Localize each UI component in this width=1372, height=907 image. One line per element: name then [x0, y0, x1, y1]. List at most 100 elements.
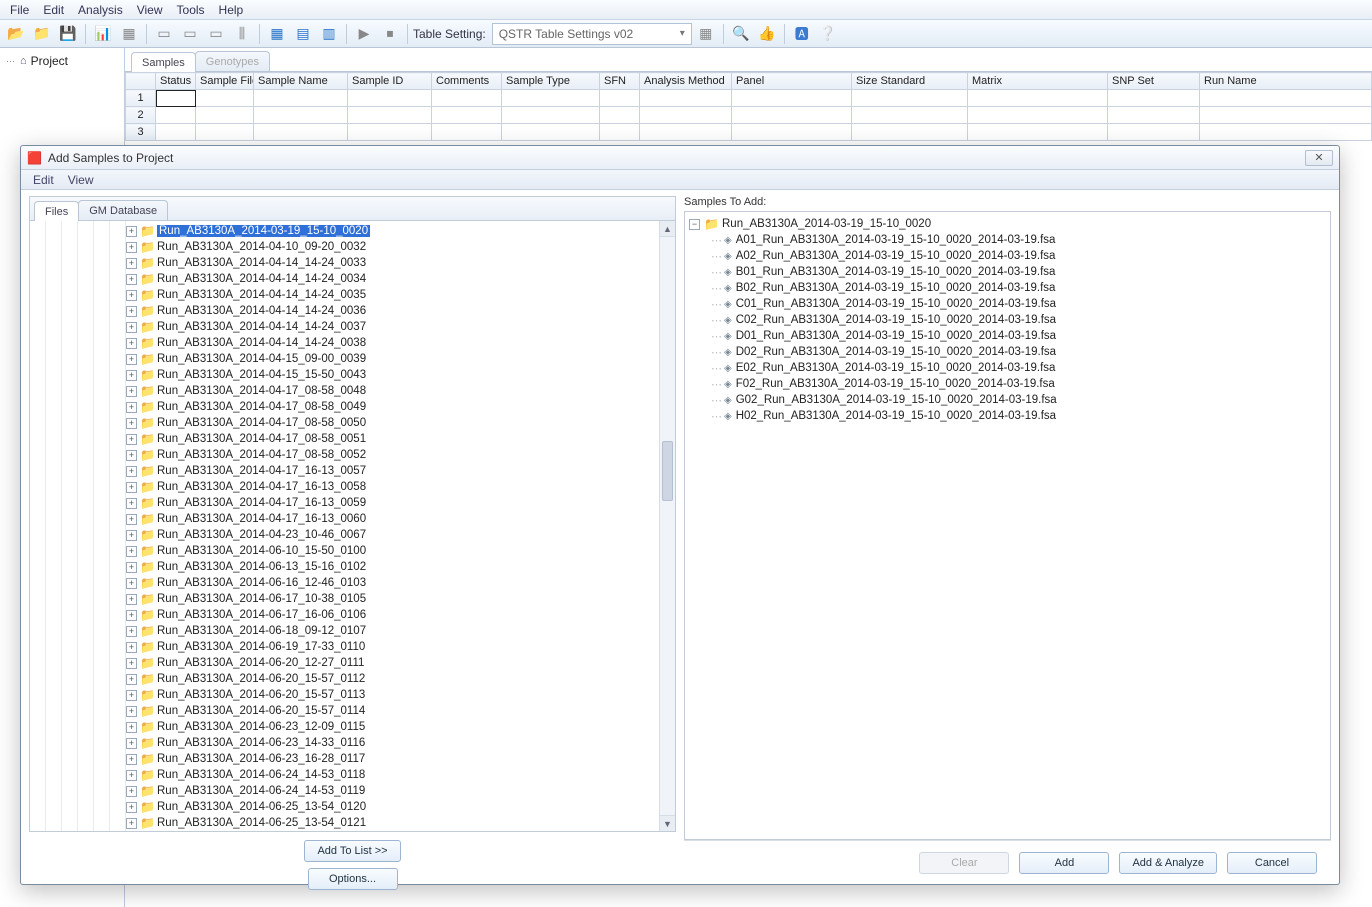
expand-icon[interactable]: + [126, 306, 137, 317]
menu-file[interactable]: File [4, 1, 35, 19]
expand-icon[interactable]: + [126, 290, 137, 301]
grid-cell[interactable] [640, 107, 732, 124]
folder-item[interactable]: +📁Run_AB3130A_2014-04-17_08-58_0049 [126, 399, 675, 415]
grid-cell[interactable] [600, 107, 640, 124]
sample-item[interactable]: ⋯◈C01_Run_AB3130A_2014-03-19_15-10_0020_… [711, 296, 1326, 312]
grid-cell[interactable] [254, 90, 348, 107]
expand-icon[interactable]: + [126, 658, 137, 669]
col-run-name[interactable]: Run Name [1200, 73, 1372, 90]
tab-files[interactable]: Files [34, 201, 79, 221]
dialog-menu-view[interactable]: View [62, 171, 100, 189]
expand-icon[interactable]: + [126, 674, 137, 685]
grid-cell[interactable] [348, 90, 432, 107]
grid-cell[interactable] [432, 90, 502, 107]
col-size-standard[interactable]: Size Standard [852, 73, 968, 90]
expand-icon[interactable]: + [126, 722, 137, 733]
expand-icon[interactable]: + [126, 370, 137, 381]
view-table-icon[interactable]: ▥ [317, 23, 341, 45]
sample-item[interactable]: ⋯◈B01_Run_AB3130A_2014-03-19_15-10_0020_… [711, 264, 1326, 280]
folder-item[interactable]: +📁Run_AB3130A_2014-04-10_09-20_0032 [126, 239, 675, 255]
expand-icon[interactable]: + [126, 418, 137, 429]
expand-icon[interactable]: + [126, 706, 137, 717]
folder-item[interactable]: +📁Run_AB3130A_2014-06-20_15-57_0112 [126, 671, 675, 687]
col-panel[interactable]: Panel [732, 73, 852, 90]
folder-item[interactable]: +📁Run_AB3130A_2014-06-19_17-33_0110 [126, 639, 675, 655]
grid-cell[interactable] [1108, 90, 1200, 107]
expand-icon[interactable]: + [126, 402, 137, 413]
add-analyze-button[interactable]: Add & Analyze [1119, 852, 1217, 874]
zoom-tool-icon[interactable]: 🔍 [729, 23, 753, 45]
col-sfn[interactable]: SFN [600, 73, 640, 90]
expand-icon[interactable]: + [126, 466, 137, 477]
col-sample-type[interactable]: Sample Type [502, 73, 600, 90]
expand-icon[interactable]: + [126, 226, 137, 237]
add-to-list-button[interactable]: Add To List >> [304, 840, 400, 862]
folder-item[interactable]: +📁Run_AB3130A_2014-04-14_14-24_0033 [126, 255, 675, 271]
expand-icon[interactable]: + [126, 434, 137, 445]
col-sample-file[interactable]: Sample File [196, 73, 254, 90]
scroll-thumb[interactable] [662, 441, 673, 501]
grid-cell[interactable] [502, 124, 600, 141]
sample-item[interactable]: ⋯◈D01_Run_AB3130A_2014-03-19_15-10_0020_… [711, 328, 1326, 344]
folder-item[interactable]: +📁Run_AB3130A_2014-06-16_12-46_0103 [126, 575, 675, 591]
folder-item[interactable]: +📁Run_AB3130A_2014-06-20_15-57_0114 [126, 703, 675, 719]
folder-item[interactable]: +📁Run_AB3130A_2014-06-17_16-06_0106 [126, 607, 675, 623]
grid-cell[interactable] [640, 124, 732, 141]
folder-item[interactable]: +📁Run_AB3130A_2014-06-17_10-38_0105 [126, 591, 675, 607]
tree-scrollbar[interactable]: ▲ ▼ [659, 221, 675, 831]
menu-analysis[interactable]: Analysis [72, 1, 129, 19]
folder-item[interactable]: +📁Run_AB3130A_2014-06-25_13-54_0120 [126, 799, 675, 815]
folder-item[interactable]: +📁Run_AB3130A_2014-06-24_14-53_0118 [126, 767, 675, 783]
expand-icon[interactable]: + [126, 354, 137, 365]
grid-cell[interactable] [432, 107, 502, 124]
expand-icon[interactable]: + [126, 242, 137, 253]
expand-icon[interactable]: + [126, 514, 137, 525]
grid-cell[interactable] [732, 107, 852, 124]
grid-cell[interactable] [196, 90, 254, 107]
col-comments[interactable]: Comments [432, 73, 502, 90]
menu-view[interactable]: View [131, 1, 169, 19]
col-analysis-method[interactable]: Analysis Method [640, 73, 732, 90]
col-matrix[interactable]: Matrix [968, 73, 1108, 90]
grid-cell[interactable] [1108, 124, 1200, 141]
menu-tools[interactable]: Tools [171, 1, 211, 19]
menu-edit[interactable]: Edit [37, 1, 70, 19]
grid-cell[interactable] [732, 90, 852, 107]
folder-item[interactable]: +📁Run_AB3130A_2014-06-23_12-09_0115 [126, 719, 675, 735]
expand-icon[interactable]: + [126, 770, 137, 781]
samples-root[interactable]: − 📁 Run_AB3130A_2014-03-19_15-10_0020 [689, 216, 1326, 232]
grid-cell[interactable] [1200, 107, 1372, 124]
dialog-menu-edit[interactable]: Edit [27, 171, 60, 189]
tab-genotypes[interactable]: Genotypes [195, 51, 270, 71]
help-icon[interactable]: ❔ [816, 23, 840, 45]
folder-item[interactable]: +📁Run_AB3130A_2014-04-17_08-58_0048 [126, 383, 675, 399]
folder-item[interactable]: +📁Run_AB3130A_2014-06-23_14-33_0116 [126, 735, 675, 751]
open-folder-icon[interactable]: 📂 [4, 23, 28, 45]
expand-icon[interactable]: + [126, 562, 137, 573]
folder-item[interactable]: +📁Run_AB3130A_2014-04-17_08-58_0050 [126, 415, 675, 431]
grid-row[interactable]: 1 [126, 90, 1372, 107]
folder-item[interactable]: +📁Run_AB3130A_2014-06-20_12-27_0111 [126, 655, 675, 671]
add-folder-icon[interactable]: 📁 [30, 23, 54, 45]
table-setting-combo[interactable]: QSTR Table Settings v02 ▾ [492, 23, 692, 45]
grid-cell[interactable] [640, 90, 732, 107]
tab-samples[interactable]: Samples [131, 52, 196, 72]
expand-icon[interactable]: + [126, 642, 137, 653]
sample-item[interactable]: ⋯◈G02_Run_AB3130A_2014-03-19_15-10_0020_… [711, 392, 1326, 408]
expand-icon[interactable]: + [126, 818, 137, 829]
expand-icon[interactable]: + [126, 482, 137, 493]
grid-cell[interactable] [968, 124, 1108, 141]
samples-to-add-tree[interactable]: − 📁 Run_AB3130A_2014-03-19_15-10_0020 ⋯◈… [684, 211, 1331, 840]
sample-item[interactable]: ⋯◈E02_Run_AB3130A_2014-03-19_15-10_0020_… [711, 360, 1326, 376]
cancel-button[interactable]: Cancel [1227, 852, 1317, 874]
folder-item[interactable]: +📁Run_AB3130A_2014-04-15_09-00_0039 [126, 351, 675, 367]
clear-button[interactable]: Clear [919, 852, 1009, 874]
sample-item[interactable]: ⋯◈A02_Run_AB3130A_2014-03-19_15-10_0020_… [711, 248, 1326, 264]
folder-item[interactable]: +📁Run_AB3130A_2014-06-24_14-53_0119 [126, 783, 675, 799]
collapse-icon[interactable]: − [689, 219, 700, 230]
plot-settings-icon[interactable]: 📊 [91, 23, 115, 45]
options-button[interactable]: Options... [308, 868, 398, 890]
folder-item[interactable]: +📁Run_AB3130A_2014-06-13_15-16_0102 [126, 559, 675, 575]
expand-icon[interactable]: + [126, 754, 137, 765]
folder-item[interactable]: +📁Run_AB3130A_2014-04-17_08-58_0051 [126, 431, 675, 447]
